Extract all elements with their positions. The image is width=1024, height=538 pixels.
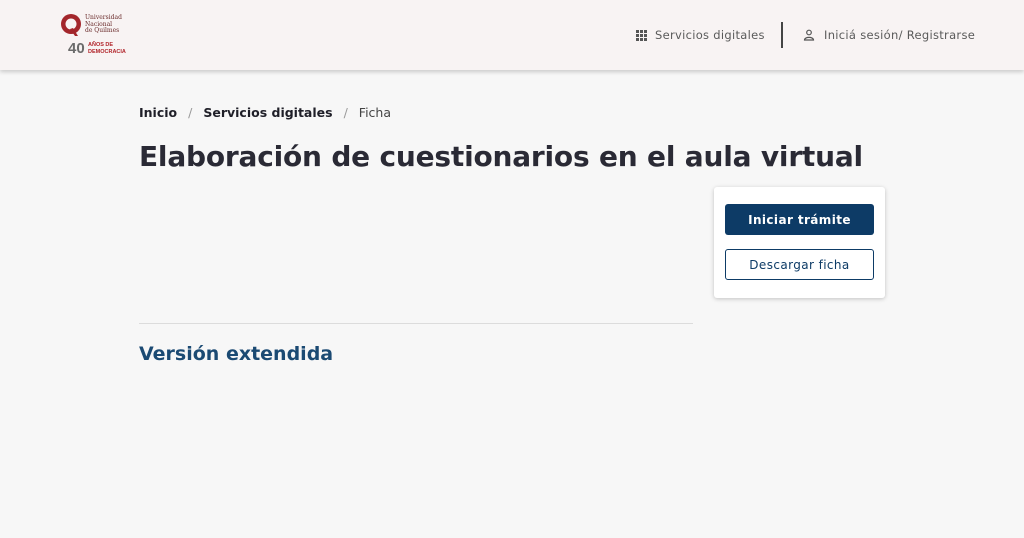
- nav-servicios-label: Servicios digitales: [655, 28, 765, 42]
- action-card: Iniciar trámite Descargar ficha: [714, 187, 885, 298]
- page-title: Elaboración de cuestionarios en el aula …: [139, 140, 863, 173]
- nav-login-label: Iniciá sesión/ Registrarse: [824, 28, 976, 42]
- nav-servicios-digitales[interactable]: Servicios digitales: [636, 26, 765, 44]
- university-emblem-icon: [61, 14, 81, 36]
- anniversary-text: AÑOS DE DEMOCRACIA: [88, 42, 128, 55]
- descargar-ficha-button[interactable]: Descargar ficha: [725, 249, 874, 280]
- breadcrumb-ficha: Ficha: [358, 105, 392, 120]
- breadcrumb-separator: /: [343, 105, 348, 120]
- university-name-line: de Quilmes: [85, 27, 120, 34]
- anniversary-number: 40: [68, 40, 85, 57]
- apps-grid-icon: [636, 29, 647, 41]
- breadcrumb-inicio[interactable]: Inicio: [139, 105, 177, 120]
- university-logo[interactable]: Universidad Nacional de Quilmes 40 AÑOS …: [60, 13, 130, 59]
- anniversary-line: DEMOCRACIA: [88, 48, 126, 55]
- nav-divider: [781, 22, 783, 48]
- user-icon: [803, 29, 815, 41]
- iniciar-tramite-button[interactable]: Iniciar trámite: [725, 204, 874, 235]
- content-divider: [139, 323, 693, 324]
- university-name: Universidad Nacional de Quilmes: [85, 14, 135, 35]
- breadcrumb-servicios-digitales[interactable]: Servicios digitales: [203, 105, 332, 120]
- breadcrumb: Inicio / Servicios digitales / Ficha: [139, 105, 391, 120]
- nav-login-register[interactable]: Iniciá sesión/ Registrarse: [803, 26, 975, 44]
- section-title-version-extendida: Versión extendida: [139, 343, 334, 365]
- top-header: Universidad Nacional de Quilmes 40 AÑOS …: [0, 0, 1024, 70]
- breadcrumb-separator: /: [188, 105, 193, 120]
